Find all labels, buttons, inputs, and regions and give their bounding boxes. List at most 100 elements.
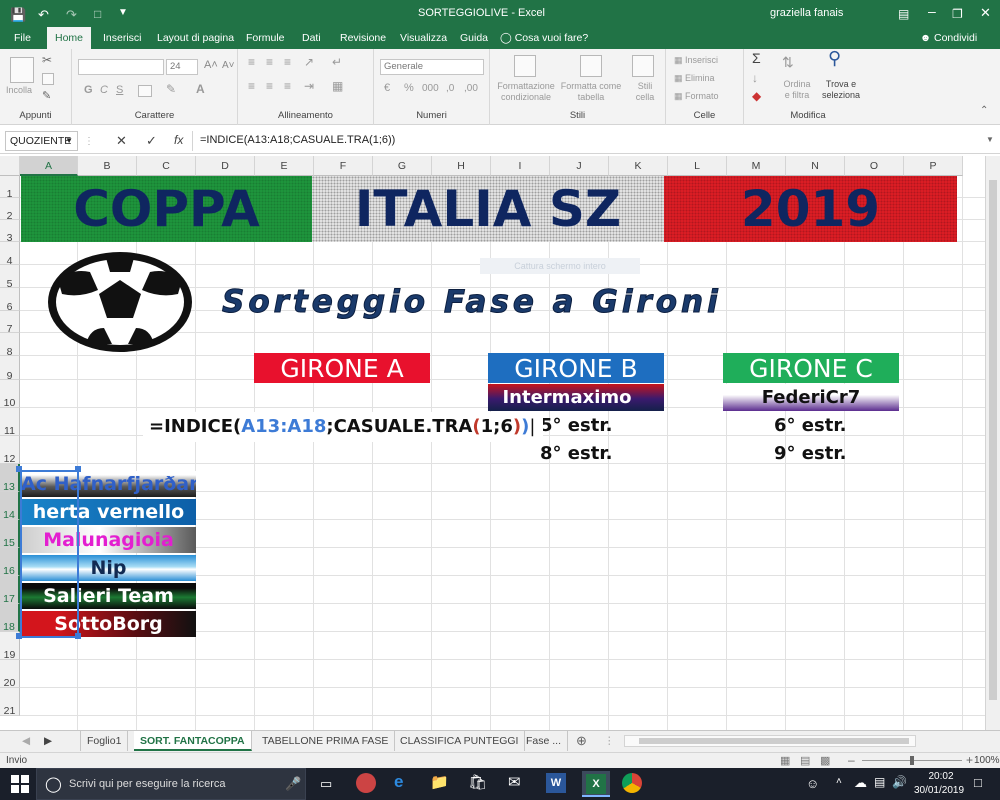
horizontal-scrollbar[interactable] — [624, 735, 916, 747]
paste-icon[interactable] — [10, 57, 34, 83]
column-header-o[interactable]: O — [845, 156, 904, 176]
row-header-8[interactable]: 8 — [0, 333, 20, 358]
format-table-button[interactable]: Formatta come tabella — [560, 81, 622, 103]
clock-date[interactable]: 30/01/2019 — [908, 785, 970, 796]
name-box[interactable]: QUOZIENTE ▼ — [5, 131, 78, 151]
chrome-icon[interactable] — [622, 773, 642, 793]
store-icon[interactable]: 🛍 — [468, 773, 487, 791]
tab-insert[interactable]: Inserisci — [95, 27, 150, 49]
row-header-7[interactable]: 7 — [0, 311, 20, 335]
merge-center-icon[interactable]: ▦ — [332, 80, 343, 92]
column-header-c[interactable]: C — [137, 156, 196, 176]
borders-icon[interactable] — [138, 85, 152, 97]
tab-view[interactable]: Visualizza — [392, 27, 455, 49]
align-left-icon[interactable]: ≡ — [248, 80, 255, 92]
volume-icon[interactable]: 🔊 — [892, 775, 907, 789]
cloud-icon[interactable]: ☁ — [854, 775, 867, 791]
row-header-12[interactable]: 12 — [0, 436, 20, 465]
save-icon[interactable]: 💾 — [10, 7, 26, 23]
column-header-p[interactable]: P — [904, 156, 963, 176]
redo-icon[interactable]: ↷ — [66, 7, 77, 23]
tab-page-layout[interactable]: Layout di pagina — [149, 27, 242, 49]
row-header-10[interactable]: 10 — [0, 380, 20, 409]
tell-me-box[interactable]: ◯ Cosa vuoi fare? — [500, 27, 596, 49]
row-header-16[interactable]: 16 — [0, 548, 20, 577]
tab-help[interactable]: Guida — [452, 27, 496, 49]
cell-styles-button[interactable]: Stili cella — [632, 81, 658, 103]
format-cells-button[interactable]: ▦ Formato — [674, 91, 719, 102]
row-header-3[interactable]: 3 — [0, 220, 20, 244]
sort-filter-icon[interactable]: ⇅ — [782, 55, 794, 69]
girone-a-header[interactable]: GIRONE A — [254, 353, 430, 383]
column-header-d[interactable]: D — [196, 156, 255, 176]
zoom-level[interactable]: 100% — [974, 755, 1000, 766]
worksheet-grid[interactable]: ABCDEFGHIJKLMNOP 1 2 3 4 5 6 7 8 9 10 11 12 13 14 15 16… — [0, 156, 985, 730]
indent-icon[interactable]: ⇥ — [304, 80, 314, 92]
customize-toolbar-icon[interactable]: ▼ — [118, 7, 128, 18]
conditional-format-icon[interactable] — [514, 55, 536, 77]
app-icon-1[interactable] — [356, 773, 376, 793]
font-name-dropdown[interactable] — [78, 59, 164, 75]
range-handle-bl[interactable] — [16, 633, 22, 639]
format-table-icon[interactable] — [580, 55, 602, 77]
italic-button[interactable]: C — [100, 85, 108, 96]
zoom-out-icon[interactable]: – — [848, 753, 855, 767]
share-button[interactable]: ☻ Condividi — [912, 27, 985, 49]
cell-edit-box[interactable]: =INDICE(A13:A18;CASUALE.TRA(1;6))| — [143, 412, 543, 442]
girone-b-estr-2[interactable]: 8° estr. — [540, 443, 612, 464]
word-icon[interactable]: W — [546, 773, 566, 793]
column-header-i[interactable]: I — [491, 156, 550, 176]
orientation-icon[interactable]: ↗ — [304, 56, 314, 68]
row-header-14[interactable]: 14 — [0, 492, 20, 521]
percent-icon[interactable]: % — [404, 83, 414, 94]
banner-coppa[interactable]: COPPA — [21, 176, 312, 242]
tab-data[interactable]: Dati — [294, 27, 329, 49]
column-header-j[interactable]: J — [550, 156, 609, 176]
row-header-11[interactable]: 11 — [0, 408, 20, 437]
girone-c-estr-2[interactable]: 9° estr. — [774, 443, 846, 464]
sheet-tab-fase[interactable]: Fase ... — [520, 731, 569, 751]
paste-button[interactable]: Incolla — [6, 85, 32, 96]
currency-icon[interactable]: € — [384, 83, 390, 94]
file-explorer-icon[interactable]: 📁 — [430, 773, 449, 791]
column-header-l[interactable]: L — [668, 156, 727, 176]
edge-icon[interactable]: e — [394, 772, 403, 792]
network-icon[interactable]: ▤ — [874, 775, 885, 789]
people-icon[interactable]: ☺ — [806, 776, 819, 791]
action-center-icon[interactable]: □ — [974, 775, 982, 790]
font-size-dropdown[interactable]: 24 — [166, 59, 198, 75]
girone-c-estr-1[interactable]: 6° estr. — [774, 415, 846, 436]
column-header-h[interactable]: H — [432, 156, 491, 176]
bold-button[interactable]: G — [84, 85, 93, 96]
tab-file[interactable]: File — [6, 27, 39, 49]
girone-b-header[interactable]: GIRONE B — [488, 353, 664, 383]
sheet-tab-foglio1[interactable]: Foglio1 — [80, 731, 129, 751]
task-view-icon[interactable]: ▭ — [320, 776, 332, 792]
row-header-18[interactable]: 18 — [0, 604, 20, 633]
banner-italia[interactable]: ITALIA SZ — [312, 176, 664, 242]
row-header-1[interactable]: 1 — [0, 176, 20, 200]
prev-sheet-icon[interactable]: ◀ — [16, 731, 36, 751]
horizontal-scroll-thumb[interactable] — [639, 738, 909, 744]
subtitle[interactable]: Sorteggio Fase a Gironi — [222, 284, 922, 321]
decrease-decimal-icon[interactable]: ,00 — [464, 83, 478, 94]
column-header-m[interactable]: M — [727, 156, 786, 176]
zoom-slider-thumb[interactable] — [910, 756, 914, 765]
wrap-text-icon[interactable]: ↵ — [332, 56, 342, 68]
copy-icon[interactable] — [42, 73, 54, 85]
font-color-icon[interactable]: A — [196, 83, 205, 95]
sort-filter-button[interactable]: Ordina e filtra — [780, 79, 814, 101]
autosum-icon[interactable]: Σ — [752, 51, 761, 65]
quick-access-icon[interactable]: □ — [94, 7, 101, 21]
zoom-in-icon[interactable]: + — [966, 753, 973, 767]
girone-c-team[interactable]: FederiCr7 — [723, 384, 899, 411]
taskbar-search-box[interactable]: ◯ Scrivi qui per eseguire la ricerca 🎤 — [36, 768, 306, 800]
column-header-a[interactable]: A — [20, 156, 78, 176]
vertical-scroll-thumb[interactable] — [989, 180, 997, 700]
clock-time[interactable]: 20:02 — [920, 771, 962, 782]
windows-start-icon[interactable] — [10, 774, 30, 794]
banner-year[interactable]: 2019 — [664, 176, 957, 242]
cut-icon[interactable]: ✂ — [42, 54, 52, 66]
user-name[interactable]: graziella fanais — [770, 7, 843, 19]
vertical-scrollbar[interactable] — [985, 156, 1000, 730]
